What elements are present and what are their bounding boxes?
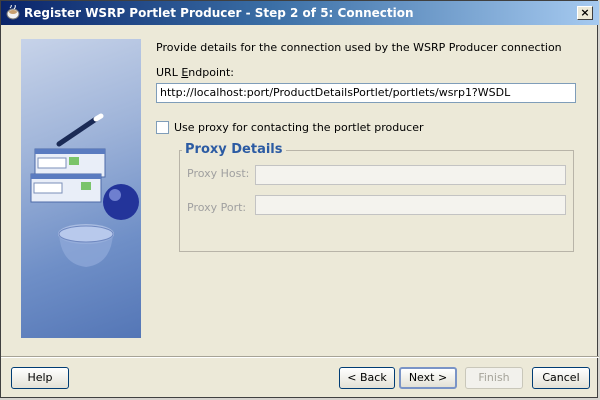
use-proxy-checkbox[interactable] <box>156 121 169 134</box>
wizard-dialog: Register WSRP Portlet Producer - Step 2 … <box>0 0 599 398</box>
url-endpoint-label: URL Endpoint: <box>156 66 234 79</box>
close-button[interactable]: × <box>577 6 593 20</box>
url-label-suffix: ndpoint: <box>188 66 234 79</box>
next-button[interactable]: Next > <box>399 367 457 389</box>
proxy-host-label: Proxy Host: <box>187 167 250 180</box>
url-label-prefix: URL <box>156 66 182 79</box>
help-button[interactable]: Help <box>11 367 69 389</box>
intro-text: Provide details for the connection used … <box>156 41 562 54</box>
url-endpoint-input[interactable]: http://localhost:port/ProductDetailsPort… <box>156 83 576 103</box>
proxy-port-label: Proxy Port: <box>187 201 247 214</box>
wizard-content: Provide details for the connection used … <box>1 25 599 355</box>
button-separator <box>1 356 599 358</box>
window-title: Register WSRP Portlet Producer - Step 2 … <box>24 6 414 20</box>
cancel-button[interactable]: Cancel <box>532 367 590 389</box>
proxy-host-input[interactable] <box>255 165 566 185</box>
finish-button[interactable]: Finish <box>465 367 523 389</box>
use-proxy-label[interactable]: Use proxy for contacting the portlet pro… <box>174 121 424 134</box>
title-bar[interactable]: Register WSRP Portlet Producer - Step 2 … <box>1 1 599 25</box>
coffee-cup-icon <box>6 5 20 20</box>
back-button[interactable]: < Back <box>339 367 395 389</box>
proxy-port-input[interactable] <box>255 195 566 215</box>
proxy-details-title: Proxy Details <box>182 142 286 157</box>
